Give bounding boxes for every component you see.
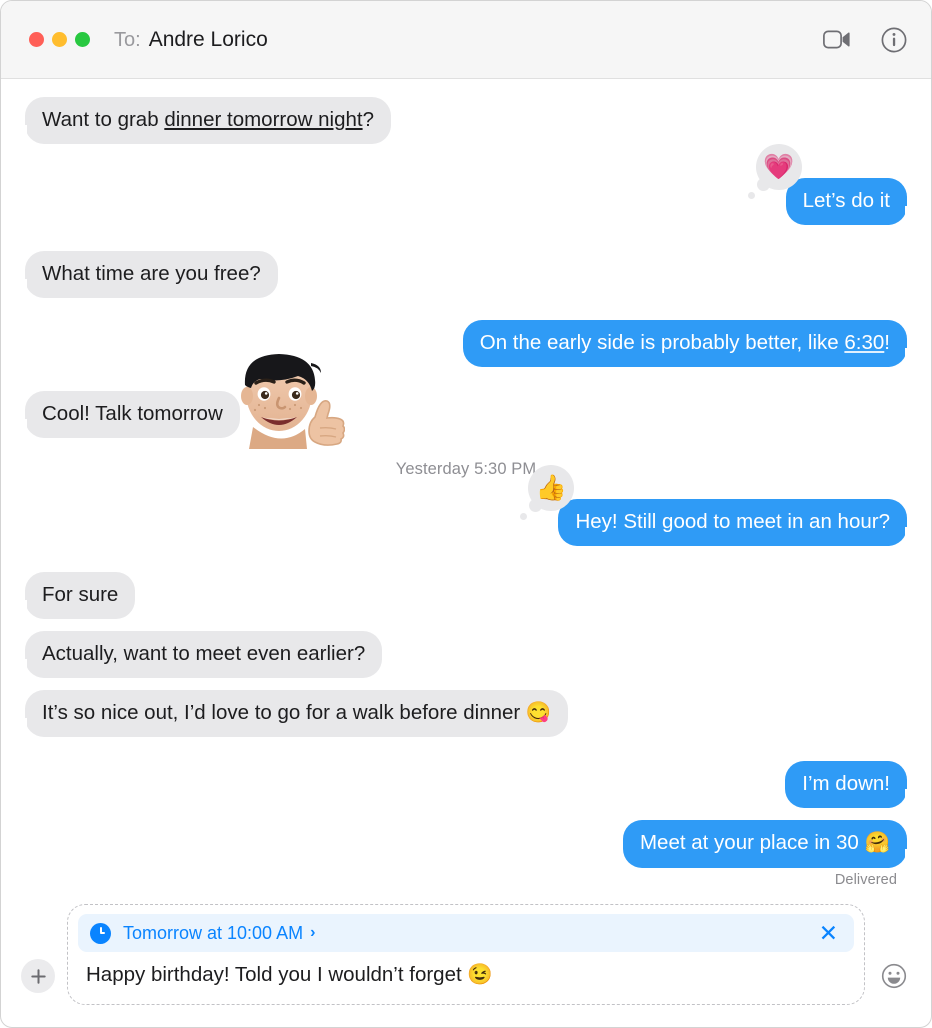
close-window-button[interactable] <box>29 32 44 47</box>
message-text: It’s so nice out, I’d love to go for a w… <box>42 701 552 725</box>
message-bubble-incoming[interactable]: For sure <box>15 572 136 620</box>
message-text: For sure <box>42 583 119 607</box>
message-bubble-outgoing[interactable]: 👍 Hey! Still good to meet in an hour? <box>520 465 916 547</box>
message-bubble-incoming[interactable]: Actually, want to meet even earlier? <box>15 631 383 679</box>
window-titlebar: To: Andre Lorico <box>1 1 931 79</box>
message-text: What time are you free? <box>42 262 261 286</box>
message-text: Hey! Still good to meet in an hour? <box>575 510 890 534</box>
message-link[interactable]: 6:30 <box>844 331 884 354</box>
message-row: 👍 Hey! Still good to meet in an hour? <box>25 465 916 547</box>
message-text-tail: ! <box>884 331 890 355</box>
message-row: 💗 Let’s do it <box>25 144 917 226</box>
message-bubble-outgoing[interactable]: On the early side is probably better, li… <box>462 320 917 368</box>
message-row: I’m down! <box>25 761 916 809</box>
message-text: Let’s do it <box>802 189 890 213</box>
timestamp-divider: Yesterday 5:30 PM <box>395 460 537 479</box>
scheduled-send-banner[interactable]: Tomorrow at 10:00 AM › ✕ <box>78 914 854 953</box>
message-bubble-incoming[interactable]: It’s so nice out, I’d love to go for a w… <box>15 690 569 738</box>
message-text: Want to grab <box>42 108 165 131</box>
thumbs-up-tapback[interactable]: 👍 <box>520 465 575 521</box>
message-text: Cool! Talk tomorrow <box>42 402 223 426</box>
maximize-window-button[interactable] <box>75 32 90 47</box>
scheduled-send-time: Tomorrow at 10:00 AM <box>123 922 304 943</box>
message-row: Want to grab dinner tomorrow night? <box>16 97 907 145</box>
message-text: Actually, want to meet even earlier? <box>42 642 366 666</box>
minimize-window-button[interactable] <box>52 32 67 47</box>
smiley-face-icon <box>881 963 907 989</box>
chevron-right-icon[interactable]: › <box>310 924 315 942</box>
message-row: It’s so nice out, I’d love to go for a w… <box>15 690 907 738</box>
traffic-lights <box>29 32 90 47</box>
add-attachment-button[interactable] <box>21 959 55 993</box>
message-row: Meet at your place in 30 🤗 <box>25 820 917 868</box>
heart-tapback[interactable]: 💗 <box>747 144 802 200</box>
message-text: I’m down! <box>802 772 890 796</box>
heart-tapback-glyph: 💗 <box>763 152 795 181</box>
delivery-status: Delivered <box>834 871 897 888</box>
message-bubble-outgoing[interactable]: Meet at your place in 30 🤗 <box>622 820 917 868</box>
message-link[interactable]: dinner tomorrow night <box>164 108 362 131</box>
compose-box[interactable]: Tomorrow at 10:00 AM › ✕ Happy birthday!… <box>67 904 865 1005</box>
message-input[interactable]: Happy birthday! Told you I wouldn’t forg… <box>78 958 854 995</box>
plus-icon <box>30 968 46 984</box>
message-row: What time are you free? <box>16 251 907 299</box>
message-text-tail: ? <box>362 108 374 131</box>
message-row: Cool! Talk tomorrow <box>16 354 907 450</box>
messages-window: To: Andre Lorico Want to grab dinner tom… <box>0 0 932 1028</box>
recipient-field[interactable]: To: Andre Lorico <box>114 28 268 52</box>
emoji-picker-button[interactable] <box>877 959 911 993</box>
close-icon[interactable]: ✕ <box>817 921 840 945</box>
video-camera-icon[interactable] <box>821 25 851 55</box>
clock-icon <box>90 922 111 944</box>
message-bubble-incoming[interactable]: Want to grab dinner tomorrow night? <box>16 97 391 145</box>
to-label: To: <box>114 28 141 51</box>
message-text: Meet at your place in 30 🤗 <box>639 831 890 855</box>
info-circle-icon[interactable] <box>879 25 909 55</box>
titlebar-actions <box>821 25 909 55</box>
message-transcript[interactable]: Want to grab dinner tomorrow night? 💗 Le… <box>1 79 931 896</box>
message-bubble-incoming[interactable]: What time are you free? <box>16 251 278 299</box>
message-text: On the early side is probably better, li… <box>479 331 845 355</box>
thumbs-up-tapback-glyph: 👍 <box>535 473 568 502</box>
message-bubble-incoming[interactable]: Cool! Talk tomorrow <box>16 391 240 439</box>
recipient-name: Andre Lorico <box>148 27 268 51</box>
message-bubble-outgoing[interactable]: 💗 Let’s do it <box>747 144 917 226</box>
message-row: On the early side is probably better, li… <box>25 320 917 368</box>
message-row: Actually, want to meet even earlier? <box>15 631 907 679</box>
message-bubble-outgoing[interactable]: I’m down! <box>785 761 916 809</box>
composer-bar: Tomorrow at 10:00 AM › ✕ Happy birthday!… <box>1 896 931 1027</box>
scheduled-send-label[interactable]: Tomorrow at 10:00 AM › <box>123 923 315 944</box>
message-row: For sure <box>15 572 907 620</box>
